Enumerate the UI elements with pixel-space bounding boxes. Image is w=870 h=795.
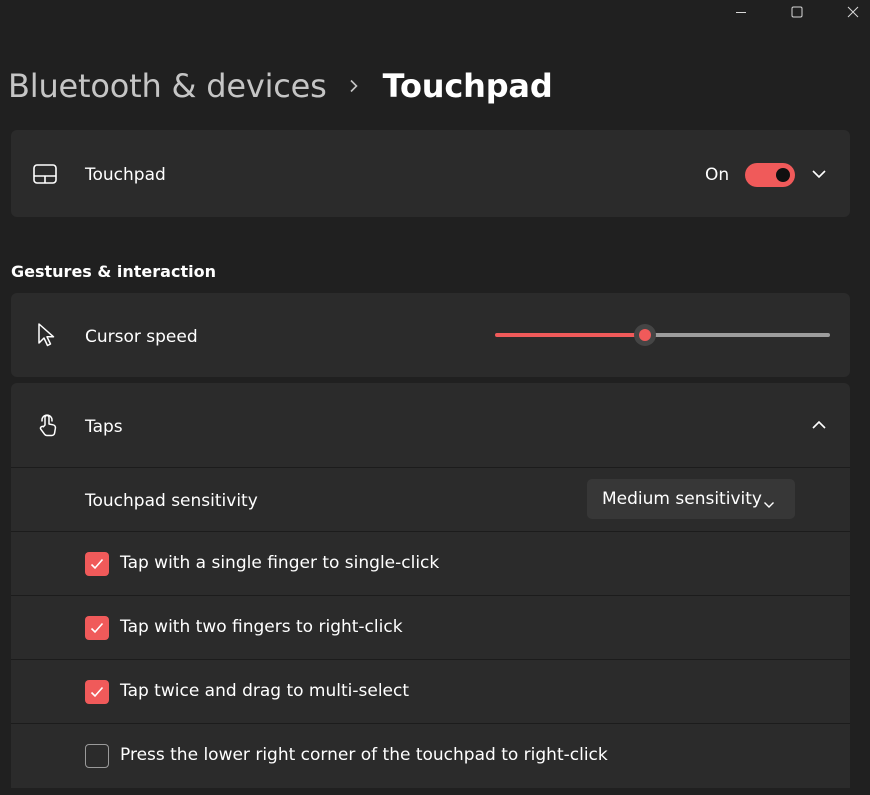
checkmark-icon xyxy=(90,686,104,698)
touchpad-sensitivity-label: Touchpad sensitivity xyxy=(85,491,258,511)
breadcrumb: Bluetooth & devices Touchpad xyxy=(8,64,553,108)
breadcrumb-parent-link[interactable]: Bluetooth & devices xyxy=(8,67,327,105)
single-finger-tap-checkbox[interactable] xyxy=(85,552,109,576)
close-icon xyxy=(847,6,859,18)
touchpad-label: Touchpad xyxy=(85,165,166,185)
two-finger-tap-checkbox[interactable] xyxy=(85,616,109,640)
sensitivity-dropdown[interactable]: Medium sensitivity xyxy=(587,479,795,519)
touchpad-toggle[interactable] xyxy=(745,163,795,187)
tap-twice-drag-label: Tap twice and drag to multi-select xyxy=(120,681,410,701)
minimize-button[interactable] xyxy=(718,0,764,24)
chevron-up-icon[interactable] xyxy=(808,416,830,434)
cursor-speed-label: Cursor speed xyxy=(85,327,198,347)
minimize-icon xyxy=(736,12,746,13)
page-title: Touchpad xyxy=(382,67,553,105)
checkmark-icon xyxy=(90,622,104,634)
single-finger-tap-label: Tap with a single finger to single-click xyxy=(120,553,440,573)
chevron-down-icon xyxy=(763,494,775,513)
slider-track-filled xyxy=(495,333,645,337)
checkmark-icon xyxy=(90,558,104,570)
cursor-speed-slider-thumb[interactable] xyxy=(634,324,656,346)
tap-twice-drag-checkbox[interactable] xyxy=(85,680,109,704)
cursor-icon xyxy=(35,321,57,349)
lower-right-corner-label: Press the lower right corner of the touc… xyxy=(120,745,608,765)
close-button[interactable] xyxy=(830,0,870,24)
taps-label: Taps xyxy=(85,417,123,437)
chevron-right-icon xyxy=(349,79,359,93)
toggle-state-text: On xyxy=(705,165,730,185)
touchpad-icon xyxy=(32,162,58,186)
toggle-knob xyxy=(776,168,790,182)
touchpad-card[interactable]: Touchpad On xyxy=(11,130,850,217)
taps-card-header[interactable]: Taps xyxy=(11,383,850,467)
maximize-button[interactable] xyxy=(774,0,820,24)
cursor-speed-card: Cursor speed xyxy=(11,293,850,377)
two-finger-tap-label: Tap with two fingers to right-click xyxy=(120,617,403,637)
lower-right-corner-checkbox[interactable] xyxy=(85,744,109,768)
sensitivity-dropdown-value: Medium sensitivity xyxy=(602,489,762,509)
maximize-icon xyxy=(791,6,803,18)
chevron-down-icon[interactable] xyxy=(808,165,830,183)
tap-hand-icon xyxy=(33,411,61,439)
slider-track-empty xyxy=(645,333,830,337)
section-title-gestures: Gestures & interaction xyxy=(11,262,216,281)
